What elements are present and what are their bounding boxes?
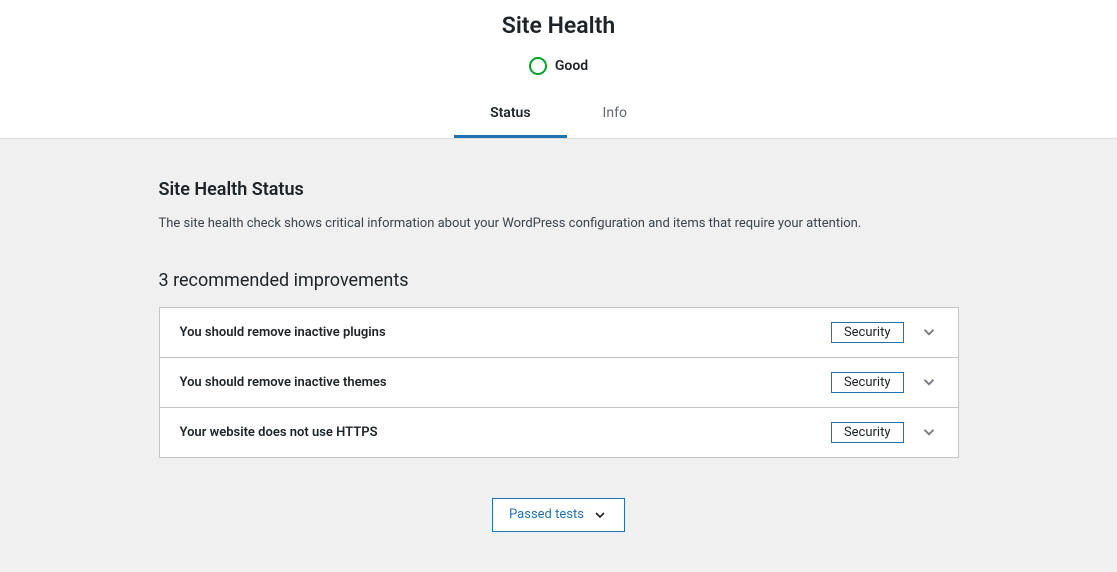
- content: Site Health Status The site health check…: [159, 139, 959, 572]
- passed-tests-wrapper: Passed tests: [159, 458, 959, 552]
- passed-tests-label: Passed tests: [509, 507, 584, 522]
- security-badge: Security: [831, 322, 904, 343]
- section-title: Site Health Status: [159, 179, 959, 200]
- accordion-item-title: You should remove inactive themes: [180, 375, 831, 390]
- tab-status[interactable]: Status: [454, 95, 566, 138]
- improvements-accordion: You should remove inactive plugins Secur…: [159, 307, 959, 458]
- header-section: Site Health Good Status Info: [0, 0, 1117, 139]
- accordion-item-title: You should remove inactive plugins: [180, 325, 831, 340]
- chevron-down-icon: [592, 507, 608, 523]
- passed-tests-button[interactable]: Passed tests: [492, 498, 625, 532]
- security-badge: Security: [831, 422, 904, 443]
- chevron-down-icon: [920, 423, 938, 441]
- accordion-item-title: Your website does not use HTTPS: [180, 425, 831, 440]
- page-title: Site Health: [0, 8, 1117, 57]
- accordion-item[interactable]: You should remove inactive themes Securi…: [160, 358, 958, 408]
- chevron-down-icon: [920, 323, 938, 341]
- status-indicator: Good: [0, 57, 1117, 95]
- tab-info[interactable]: Info: [567, 95, 663, 138]
- section-description: The site health check shows critical inf…: [159, 214, 959, 234]
- chevron-down-icon: [920, 373, 938, 391]
- tabs: Status Info: [0, 95, 1117, 138]
- accordion-item[interactable]: You should remove inactive plugins Secur…: [160, 308, 958, 358]
- status-circle-icon: [529, 57, 547, 75]
- security-badge: Security: [831, 372, 904, 393]
- improvements-title: 3 recommended improvements: [159, 270, 959, 291]
- status-text: Good: [555, 58, 588, 74]
- accordion-item[interactable]: Your website does not use HTTPS Security: [160, 408, 958, 457]
